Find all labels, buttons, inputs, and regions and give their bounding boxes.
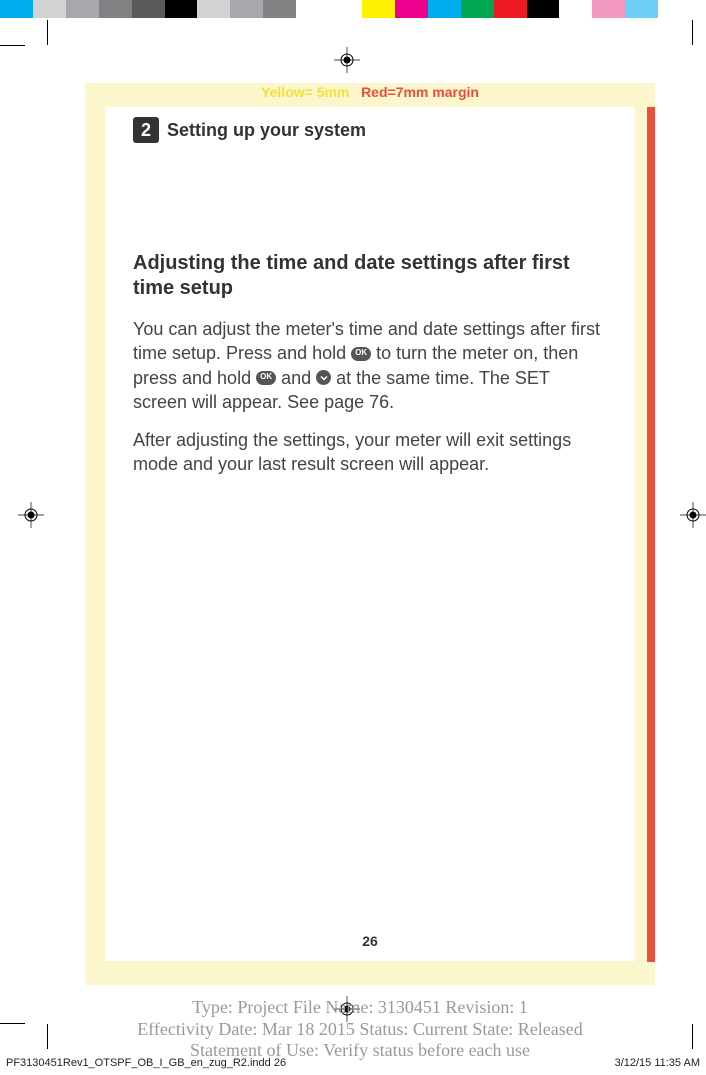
crop-mark (47, 1024, 48, 1049)
page-bleed-area: Yellow= 5mm Red=7mm margin 2 Setting up … (85, 83, 655, 985)
body-paragraph-2: After adjusting the settings, your meter… (133, 428, 607, 477)
crop-mark (692, 20, 693, 45)
ok-button-icon: OK (256, 371, 276, 385)
margin-label-yellow: Yellow= 5mm (261, 84, 349, 100)
crop-mark (692, 1024, 693, 1049)
page-number: 26 (105, 933, 635, 949)
footer-filename: PF3130451Rev1_OTSPF_OB_I_GB_en_zug_R2.in… (6, 1057, 286, 1069)
subheading: Adjusting the time and date settings aft… (133, 251, 607, 301)
page-content: 2 Setting up your system Adjusting the t… (105, 107, 635, 961)
print-color-bar (0, 0, 658, 18)
footer-timestamp: 3/12/15 11:35 AM (615, 1057, 700, 1069)
registration-mark-icon (680, 502, 706, 528)
body-paragraph-1: You can adjust the meter's time and date… (133, 317, 607, 414)
metadata-line: Effectivity Date: Mar 18 2015 Status: Cu… (70, 1019, 650, 1041)
print-footer: PF3130451Rev1_OTSPF_OB_I_GB_en_zug_R2.in… (6, 1057, 700, 1069)
metadata-line: Type: Project File Name: 3130451 Revisio… (70, 997, 650, 1019)
margin-label-red: Red=7mm margin (361, 84, 479, 100)
chapter-number-badge: 2 (133, 117, 159, 143)
document-metadata: Type: Project File Name: 3130451 Revisio… (70, 997, 650, 1062)
edge-bleed-marker (647, 107, 655, 962)
crop-mark (0, 45, 25, 46)
registration-mark-icon (18, 502, 44, 528)
section-header: 2 Setting up your system (133, 117, 607, 143)
section-title-text: Setting up your system (167, 120, 366, 141)
down-button-icon (316, 370, 331, 385)
ok-button-icon: OK (351, 347, 371, 361)
crop-mark (47, 20, 48, 45)
crop-mark (0, 1023, 25, 1024)
margin-label: Yellow= 5mm Red=7mm margin (85, 83, 655, 106)
registration-mark-icon (334, 47, 360, 73)
